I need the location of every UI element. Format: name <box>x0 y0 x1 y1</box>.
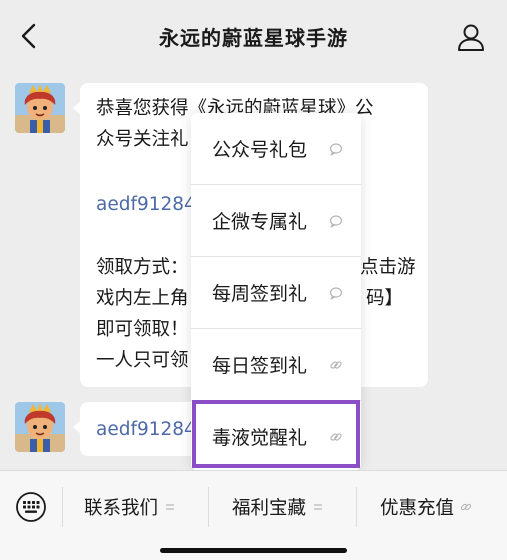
link-icon <box>460 503 472 511</box>
person-icon[interactable] <box>456 22 486 52</box>
message-line: 戏内左上角 <box>96 288 189 309</box>
bubble-tail <box>73 420 81 434</box>
bottom-menu-bar: 联系我们 福利宝藏 优惠充值 <box>0 470 507 560</box>
menu-lines-icon <box>166 504 175 510</box>
chat-bubble-icon <box>329 215 343 228</box>
bubble-tail <box>73 101 81 115</box>
home-indicator[interactable] <box>160 548 347 553</box>
message-line: 一人只可领 <box>96 350 189 371</box>
nav-header: 永远的蔚蓝星球手游 <box>0 0 507 72</box>
message-bubble[interactable]: aedf91284 <box>73 402 200 456</box>
keyboard-icon[interactable] <box>15 491 47 523</box>
game-character-avatar-icon <box>15 83 65 133</box>
avatar[interactable] <box>15 83 65 133</box>
chat-bubble-icon <box>329 143 343 156</box>
bottom-menu-label: 联系我们 <box>84 498 159 519</box>
message-line: 即可领取！ <box>96 319 189 340</box>
page-title: 永远的蔚蓝星球手游 <box>159 25 348 50</box>
message-line: 点击游 <box>360 257 416 278</box>
menu-divider <box>356 487 357 527</box>
menu-lines-icon <box>314 504 323 510</box>
game-character-avatar-icon <box>15 402 65 452</box>
menu-divider <box>208 487 209 527</box>
gift-code-link[interactable]: aedf91284 <box>96 190 196 219</box>
bottom-menu-label: 福利宝藏 <box>232 498 307 519</box>
bottom-menu-contact-us[interactable]: 联系我们 <box>84 487 176 527</box>
menu-item-label: 每日签到礼 <box>212 355 308 377</box>
message-line: 众号关注礼 <box>96 129 189 150</box>
menu-item-gongzhonghao-gift[interactable]: 公众号礼包 <box>191 113 361 184</box>
menu-divider <box>62 487 63 527</box>
avatar[interactable] <box>15 402 65 452</box>
menu-item-weekly-checkin-gift[interactable]: 每周签到礼 <box>191 257 361 328</box>
bottom-menu-label: 优惠充值 <box>380 498 455 519</box>
link-icon <box>330 361 342 369</box>
chat-bubble-icon <box>329 287 343 300</box>
bottom-menu-discount-recharge[interactable]: 优惠充值 <box>380 487 472 527</box>
bottom-menu-welfare-treasure[interactable]: 福利宝藏 <box>232 487 324 527</box>
menu-item-qiwei-gift[interactable]: 企微专属礼 <box>191 185 361 256</box>
message-line: 领取方式： <box>96 257 189 278</box>
selection-highlight <box>192 400 360 468</box>
menu-item-label: 企微专属礼 <box>212 211 308 233</box>
chevron-left-icon[interactable] <box>18 22 42 50</box>
gift-code-link[interactable]: aedf91284 <box>96 415 196 444</box>
message-line: 码】 <box>366 288 404 309</box>
menu-item-daily-checkin-gift[interactable]: 每日签到礼 <box>191 329 361 400</box>
menu-item-label: 公众号礼包 <box>212 139 308 161</box>
menu-item-label: 每周签到礼 <box>212 283 308 305</box>
